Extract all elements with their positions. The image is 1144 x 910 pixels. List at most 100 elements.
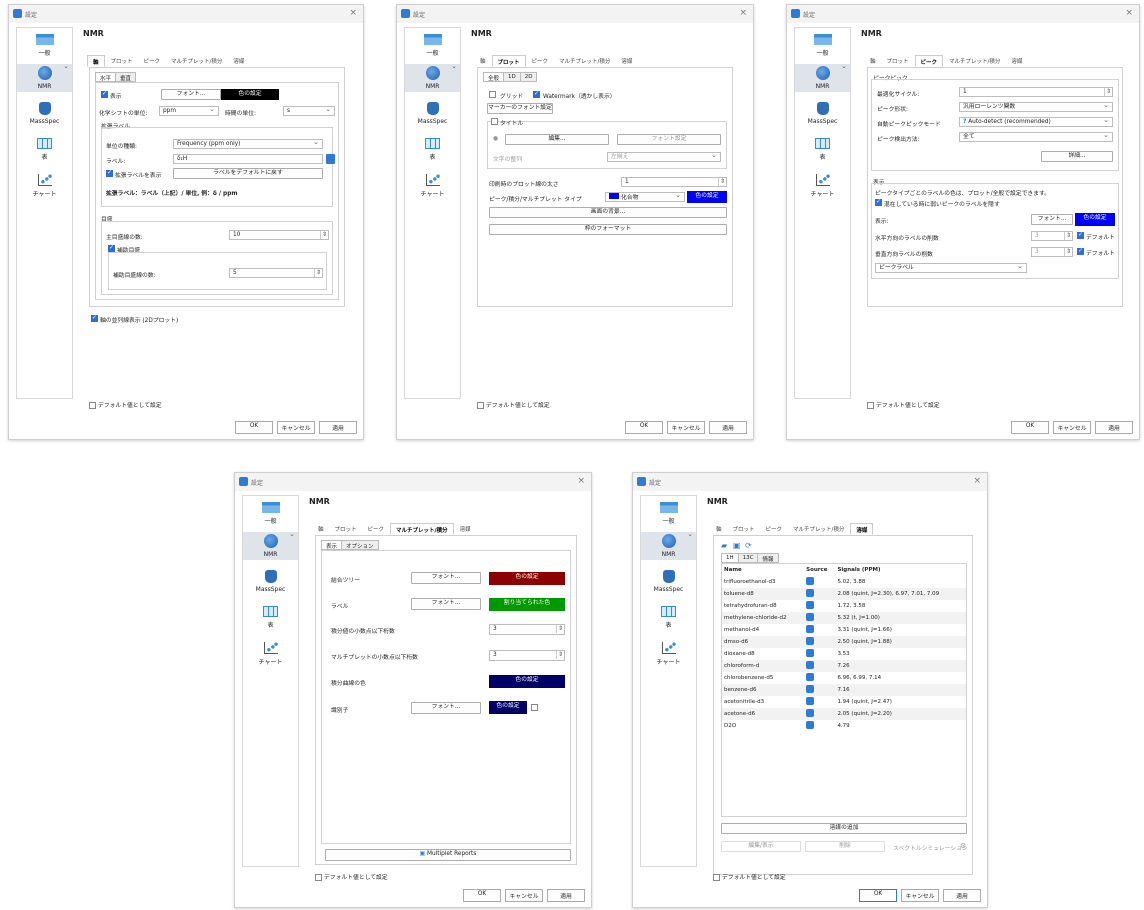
table-row[interactable]: tetrahydrofuran-d8 1.72, 3.58 [722,600,966,612]
cancel-button[interactable]: キャンセル [277,421,315,434]
sidebar-item-table[interactable]: 表 [641,606,696,629]
peak-label-select[interactable]: ピークラベル [875,263,1027,273]
sidebar-item-massspec[interactable]: MassSpec [405,102,460,125]
tab-multiplet[interactable]: マルチプレット/積分 [166,55,227,67]
close-icon[interactable]: × [739,8,747,18]
show-checkbox[interactable] [101,90,108,98]
edit-title-button[interactable]: 編集... [505,134,609,145]
table-row[interactable]: trifluoroethanol-d3 5.02, 3.88 [722,576,966,588]
close-icon[interactable]: × [1125,8,1133,18]
chem-shift-select[interactable]: ppm [159,106,219,116]
header-source[interactable]: Source [804,564,835,576]
align-select[interactable]: 左揃え [607,152,721,162]
sidebar-item-nmr[interactable]: NMR [795,62,850,92]
separator-checkbox[interactable] [531,704,538,711]
save-icon[interactable]: ▣ [733,541,741,550]
label-input[interactable]: δ₁H [173,154,323,164]
show-ext-checkbox[interactable] [106,169,113,177]
tab-solvents[interactable]: 溶媒 [455,523,476,535]
cancel-button[interactable]: キャンセル [505,889,543,902]
folder-icon[interactable]: ▰ [721,541,727,550]
title-checkbox[interactable] [491,118,498,125]
stack-axes-checkbox[interactable] [91,314,98,322]
header-name[interactable]: Name [722,564,804,576]
watermark-checkbox[interactable] [533,90,540,98]
table-row[interactable]: dioxane-d8 3.53 [722,648,966,660]
set-default[interactable]: デフォルト値として設定 [867,400,940,409]
detail-button[interactable]: 詳細... [1041,151,1113,162]
hide-weak-checkbox[interactable] [875,198,882,206]
ok-button[interactable]: OK [625,421,663,434]
tab-solvents[interactable]: 溶媒 [1006,55,1027,67]
apply-button[interactable]: 適用 [1095,421,1133,434]
tab-multiplet[interactable]: マルチプレット/積分 [554,55,615,67]
major-ticks-spinbox[interactable]: 10 [229,230,329,240]
integral-curve-color-button[interactable]: 色の設定 [489,675,565,688]
tree-color-button[interactable]: 色の設定 [489,572,565,585]
close-icon[interactable]: × [577,476,585,486]
sidebar-item-chart[interactable]: チャート [405,174,460,198]
tab-solvents[interactable]: 溶媒 [616,55,637,67]
header-signals[interactable]: Signals (PPM) [835,564,966,576]
sidebar-item-chart[interactable]: チャート [795,174,850,198]
subtab-1h[interactable]: 1H [721,553,738,563]
minor-count-spinbox[interactable]: 5 [229,268,323,278]
sidebar-item-table[interactable]: 表 [405,138,460,161]
tab-solvents[interactable]: 溶媒 [850,523,874,535]
color-button[interactable]: 色の設定 [221,89,279,100]
cancel-button[interactable]: キャンセル [1053,421,1091,434]
sidebar-item-table[interactable]: 表 [243,606,298,629]
table-row[interactable]: dmso-d6 2.50 (quint, J=1.88) [722,636,966,648]
font-button[interactable]: フォント... [161,89,221,100]
subtab-1d[interactable]: 1D [503,72,520,82]
tab-peaks[interactable]: ピーク [761,523,788,535]
frame-format-button[interactable]: 枠のフォーマット [489,224,727,235]
tree-font-button[interactable]: フォント... [411,572,481,584]
close-icon[interactable]: × [349,8,357,18]
color-button[interactable]: 色の設定 [1075,213,1115,226]
tab-plot[interactable]: プロット [491,55,526,67]
assigned-color-button[interactable]: 割り当てられた色 [489,598,565,611]
table-row[interactable]: chlorobenzene-d5 6.96, 6.99, 7.14 [722,672,966,684]
gear-icon[interactable]: ⚙ [960,842,966,850]
sidebar-item-table[interactable]: 表 [795,138,850,161]
type-color-button[interactable]: 色の設定 [687,191,727,203]
multiplet-decimals-spinbox[interactable]: 3 [489,650,565,661]
subtab-2d[interactable]: 2D [519,72,538,82]
subtab-horizontal[interactable]: 水平 [95,72,116,82]
edit-label-icon[interactable] [326,154,335,164]
grid-checkbox[interactable] [489,91,496,98]
h-default-checkbox[interactable] [1077,231,1084,239]
sidebar-item-general[interactable]: 一般 [243,502,298,525]
h-digits-spinbox[interactable]: 3 [1031,231,1073,241]
subtab-info[interactable]: 情報 [757,553,779,563]
apply-button[interactable]: 適用 [709,421,747,434]
separator-color-button[interactable]: 色の設定 [489,701,527,714]
table-row[interactable]: acetone-d6 2.05 (quint, J=2.20) [722,708,966,720]
cancel-button[interactable]: キャンセル [667,421,705,434]
add-solvent-button[interactable]: 溶媒の追加 [721,823,967,834]
subtab-options[interactable]: オプション [341,540,379,550]
ok-button[interactable]: OK [1011,421,1049,434]
tab-peaks[interactable]: ピーク [527,55,554,67]
subtab-vertical[interactable]: 垂直 [115,72,137,82]
subtab-general[interactable]: 全般 [483,72,504,82]
sidebar-item-general[interactable]: 一般 [795,34,850,57]
tab-axis[interactable]: 軸 [475,55,491,67]
simulation-button[interactable]: スペクトルシミュレーション [893,843,968,852]
integral-decimals-spinbox[interactable]: 3 [489,624,565,635]
sidebar-item-massspec[interactable]: MassSpec [795,102,850,125]
sidebar-item-table[interactable]: 表 [17,138,72,161]
sidebar-item-massspec[interactable]: MassSpec [17,102,72,125]
tab-axis[interactable]: 軸 [711,523,727,535]
sidebar-item-chart[interactable]: チャート [17,174,72,198]
table-row[interactable]: toluene-d8 2.08 (quint, J=2.30), 6.97, 7.… [722,588,966,600]
tab-axis[interactable]: 軸 [87,55,105,67]
sidebar-item-massspec[interactable]: MassSpec [243,570,298,593]
ok-button[interactable]: OK [235,421,273,434]
tab-plot[interactable]: プロット [728,523,760,535]
ok-button[interactable]: OK [463,889,501,902]
sidebar-item-chart[interactable]: チャート [243,642,298,666]
method-select[interactable]: 全て [959,132,1113,142]
close-icon[interactable]: × [973,476,981,486]
